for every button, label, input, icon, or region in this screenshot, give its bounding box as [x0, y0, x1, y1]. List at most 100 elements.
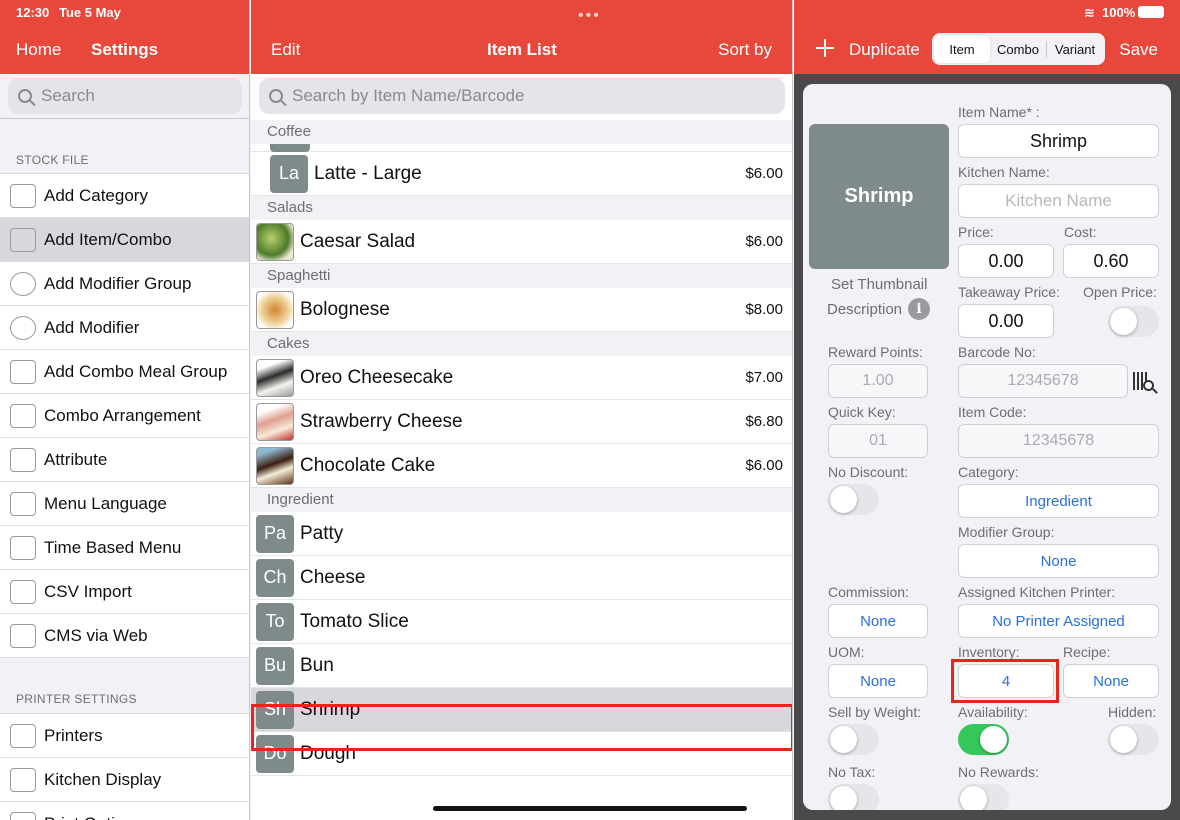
sell-by-weight-toggle[interactable]: [828, 724, 879, 755]
category-select[interactable]: Ingredient: [958, 484, 1159, 518]
takeaway-price-field[interactable]: 0.00: [958, 304, 1054, 338]
item-name: Shrimp: [300, 698, 361, 720]
item-row[interactable]: Bolognese $8.00: [251, 288, 792, 332]
item-row[interactable]: Strawberry Cheese $6.80: [251, 400, 792, 444]
item-name: Latte - Large: [314, 162, 422, 184]
no-tax-toggle[interactable]: [828, 784, 879, 810]
modifier-group-select[interactable]: None: [958, 544, 1159, 578]
divider: [0, 118, 249, 119]
item-photo: [256, 358, 294, 397]
cost-field[interactable]: 0.60: [1063, 244, 1159, 278]
home-indicator[interactable]: [433, 806, 747, 811]
commission-select[interactable]: None: [828, 604, 928, 638]
item-price: $6.00: [745, 233, 783, 250]
description-label[interactable]: Description: [827, 301, 902, 318]
modifier-group-label: Modifier Group:: [958, 524, 1055, 540]
sidebar-item-printers[interactable]: Printers: [0, 714, 249, 758]
sort-by-button[interactable]: Sort by: [718, 40, 772, 60]
recipe-select[interactable]: None: [1063, 664, 1159, 698]
item-row[interactable]: Oreo Cheesecake $7.00: [251, 356, 792, 400]
barcode-scan-icon[interactable]: [1133, 370, 1159, 396]
item-row[interactable]: Pa Patty: [251, 512, 792, 556]
segment-variant[interactable]: Variant: [1047, 35, 1103, 63]
item-price: $7.00: [745, 369, 783, 386]
barcode-field[interactable]: 12345678: [958, 364, 1128, 398]
item-row[interactable]: Bu Bun: [251, 644, 792, 688]
item-name: Bun: [300, 654, 334, 676]
inventory-field[interactable]: 4: [958, 664, 1054, 698]
item-thumbnail[interactable]: Shrimp: [809, 124, 949, 269]
item-photo: [256, 290, 294, 329]
category-header: Cakes: [251, 332, 792, 356]
printer-icon: [10, 723, 36, 748]
kitchen-display-icon: [10, 767, 36, 792]
segment-combo[interactable]: Combo: [990, 35, 1046, 63]
quick-key-field[interactable]: 01: [828, 424, 928, 458]
no-discount-toggle[interactable]: [828, 484, 879, 515]
item-row[interactable]: Do Dough: [251, 732, 792, 776]
set-thumbnail-link[interactable]: Set Thumbnail: [831, 276, 927, 293]
kitchen-printer-select[interactable]: No Printer Assigned: [958, 604, 1159, 638]
reward-points-field[interactable]: 1.00: [828, 364, 928, 398]
sidebar-item-label: Combo Arrangement: [44, 405, 201, 425]
sidebar-item-cms-via-web[interactable]: CMS via Web: [0, 614, 249, 658]
commission-label: Commission:: [828, 584, 909, 600]
kitchen-printer-label: Assigned Kitchen Printer:: [958, 584, 1116, 600]
sidebar-item-label: Add Combo Meal Group: [44, 361, 228, 381]
open-price-toggle[interactable]: [1108, 306, 1159, 337]
sidebar-item-add-item-combo[interactable]: Add Item/Combo: [0, 218, 249, 262]
sidebar-item-label: Add Category: [44, 185, 148, 205]
item-row[interactable]: Sh Shrimp: [251, 688, 792, 732]
item-row[interactable]: Chocolate Cake $6.00: [251, 444, 792, 488]
barcode-label: Barcode No:: [958, 344, 1036, 360]
availability-toggle[interactable]: [958, 724, 1009, 755]
item-price: $8.00: [745, 301, 783, 318]
hidden-toggle[interactable]: [1108, 724, 1159, 755]
item-name: Strawberry Cheese: [300, 410, 463, 432]
kitchen-name-field[interactable]: Kitchen Name: [958, 184, 1159, 218]
takeaway-price-label: Takeaway Price:: [958, 284, 1060, 300]
uom-select[interactable]: None: [828, 664, 928, 698]
cost-label: Cost:: [1064, 224, 1097, 240]
sidebar-item-combo-arrangement[interactable]: Combo Arrangement: [0, 394, 249, 438]
info-icon[interactable]: i: [908, 298, 930, 320]
price-field[interactable]: 0.00: [958, 244, 1054, 278]
item-row[interactable]: La Latte - Large $6.00: [251, 152, 792, 196]
category-header: Spaghetti: [251, 264, 792, 288]
item-row[interactable]: Caesar Salad $6.00: [251, 220, 792, 264]
uom-label: UOM:: [828, 644, 865, 660]
sidebar-item-add-modifier-group[interactable]: Add Modifier Group: [0, 262, 249, 306]
multitask-dots[interactable]: •••: [578, 7, 601, 25]
sidebar-item-attribute[interactable]: Attribute: [0, 438, 249, 482]
item-code-field[interactable]: 12345678: [958, 424, 1159, 458]
settings-search[interactable]: Search: [8, 78, 242, 114]
sidebar-item-add-combo-meal-group[interactable]: Add Combo Meal Group: [0, 350, 249, 394]
duplicate-button[interactable]: Duplicate: [849, 40, 920, 60]
settings-navbar: 12:30 Tue 5 May Home Settings: [0, 0, 249, 74]
sidebar-item-menu-language[interactable]: Menu Language: [0, 482, 249, 526]
sidebar-item-time-based-menu[interactable]: Time Based Menu: [0, 526, 249, 570]
home-button[interactable]: Home: [16, 40, 61, 60]
settings-sidebar: 12:30 Tue 5 May Home Settings Search STO…: [0, 0, 250, 820]
item-list-navbar: ••• Edit Item List Sort by: [251, 0, 792, 74]
item-name: Oreo Cheesecake: [300, 366, 454, 388]
sidebar-item-label: Menu Language: [44, 493, 167, 513]
sidebar-item-kitchen-display[interactable]: Kitchen Display: [0, 758, 249, 802]
item-price: $6.00: [745, 165, 783, 182]
item-row[interactable]: Ch Cheese: [251, 556, 792, 600]
item-detail-navbar: ≋ 100% Duplicate Item Combo Variant Save: [794, 0, 1180, 74]
item-name-field[interactable]: Shrimp: [958, 124, 1159, 158]
no-rewards-toggle[interactable]: [958, 784, 1009, 810]
segment-item[interactable]: Item: [934, 35, 990, 63]
add-icon[interactable]: [816, 39, 834, 57]
edit-button[interactable]: Edit: [271, 40, 300, 60]
item-row[interactable]: To Tomato Slice: [251, 600, 792, 644]
item-search[interactable]: Search by Item Name/Barcode: [259, 78, 785, 114]
printer-settings-menu: Printers Kitchen Display Print Options: [0, 713, 249, 820]
sidebar-item-csv-import[interactable]: CSV Import: [0, 570, 249, 614]
sidebar-item-add-modifier[interactable]: Add Modifier: [0, 306, 249, 350]
item-initials: Pa: [256, 514, 294, 553]
save-button[interactable]: Save: [1119, 40, 1158, 60]
sidebar-item-add-category[interactable]: Add Category: [0, 174, 249, 218]
sidebar-item-print-options[interactable]: Print Options: [0, 802, 249, 820]
